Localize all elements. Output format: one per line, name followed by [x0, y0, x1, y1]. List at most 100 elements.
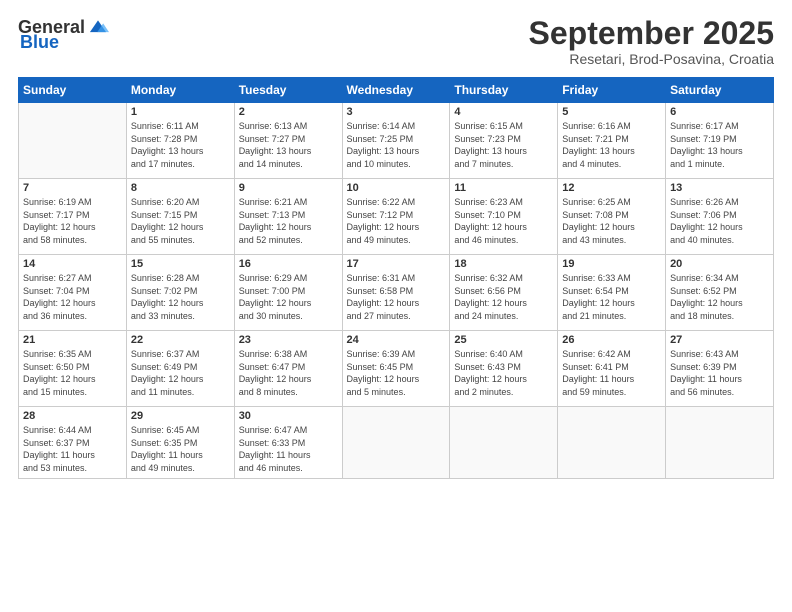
day-info: Sunrise: 6:21 AMSunset: 7:13 PMDaylight:…	[239, 196, 338, 246]
day-info: Sunrise: 6:19 AMSunset: 7:17 PMDaylight:…	[23, 196, 122, 246]
calendar-week-row: 28 Sunrise: 6:44 AMSunset: 6:37 PMDayligh…	[19, 407, 774, 478]
day-number: 2	[239, 106, 338, 118]
title-area: September 2025 Resetari, Brod-Posavina, …	[529, 16, 774, 67]
weekday-header-monday: Monday	[126, 78, 234, 103]
calendar-cell: 24Sunrise: 6:39 AMSunset: 6:45 PMDayligh…	[342, 331, 450, 407]
day-number: 13	[670, 182, 769, 194]
calendar-cell	[558, 407, 666, 478]
day-number: 19	[562, 258, 661, 270]
calendar-cell: 5 Sunrise: 6:16 AMSunset: 7:21 PMDaylight…	[558, 103, 666, 179]
location-subtitle: Resetari, Brod-Posavina, Croatia	[529, 51, 774, 67]
calendar-cell: 10 Sunrise: 6:22 AMSunset: 7:12 PMDayligh…	[342, 179, 450, 255]
calendar-cell: 27 Sunrise: 6:43 AMSunset: 6:39 PMDayligh…	[666, 331, 774, 407]
calendar-cell: 26 Sunrise: 6:42 AMSunset: 6:41 PMDayligh…	[558, 331, 666, 407]
day-info: Sunrise: 6:16 AMSunset: 7:21 PMDaylight:…	[562, 120, 661, 170]
day-number: 15	[131, 258, 230, 270]
day-number: 27	[670, 334, 769, 346]
day-info: Sunrise: 6:17 AMSunset: 7:19 PMDaylight:…	[670, 120, 769, 170]
day-info: Sunrise: 6:22 AMSunset: 7:12 PMDaylight:…	[347, 196, 446, 246]
month-title: September 2025	[529, 16, 774, 51]
day-info: Sunrise: 6:11 AMSunset: 7:28 PMDaylight:…	[131, 120, 230, 170]
day-number: 22	[131, 334, 230, 346]
day-info: Sunrise: 6:28 AMSunset: 7:02 PMDaylight:…	[131, 272, 230, 322]
calendar-cell: 15 Sunrise: 6:28 AMSunset: 7:02 PMDayligh…	[126, 255, 234, 331]
day-number: 20	[670, 258, 769, 270]
day-info: Sunrise: 6:37 AMSunset: 6:49 PMDaylight:…	[131, 348, 230, 398]
day-number: 21	[23, 334, 122, 346]
weekday-header-tuesday: Tuesday	[234, 78, 342, 103]
calendar-cell: 18 Sunrise: 6:32 AMSunset: 6:56 PMDayligh…	[450, 255, 558, 331]
calendar-table: SundayMondayTuesdayWednesdayThursdayFrid…	[18, 77, 774, 478]
calendar-cell: 16 Sunrise: 6:29 AMSunset: 7:00 PMDayligh…	[234, 255, 342, 331]
calendar-week-row: 1 Sunrise: 6:11 AMSunset: 7:28 PMDaylight…	[19, 103, 774, 179]
calendar-cell: 23 Sunrise: 6:38 AMSunset: 6:47 PMDayligh…	[234, 331, 342, 407]
weekday-header-saturday: Saturday	[666, 78, 774, 103]
day-number: 1	[131, 106, 230, 118]
calendar-cell	[666, 407, 774, 478]
weekday-header-sunday: Sunday	[19, 78, 127, 103]
calendar-week-row: 14 Sunrise: 6:27 AMSunset: 7:04 PMDayligh…	[19, 255, 774, 331]
day-info: Sunrise: 6:38 AMSunset: 6:47 PMDaylight:…	[239, 348, 338, 398]
day-number: 9	[239, 182, 338, 194]
day-info: Sunrise: 6:35 AMSunset: 6:50 PMDaylight:…	[23, 348, 122, 398]
calendar-cell: 1 Sunrise: 6:11 AMSunset: 7:28 PMDaylight…	[126, 103, 234, 179]
day-info: Sunrise: 6:15 AMSunset: 7:23 PMDaylight:…	[454, 120, 553, 170]
calendar-cell	[450, 407, 558, 478]
day-info: Sunrise: 6:42 AMSunset: 6:41 PMDaylight:…	[562, 348, 661, 398]
day-info: Sunrise: 6:27 AMSunset: 7:04 PMDaylight:…	[23, 272, 122, 322]
day-number: 3	[347, 106, 446, 118]
day-info: Sunrise: 6:45 AMSunset: 6:35 PMDaylight:…	[131, 424, 230, 474]
day-number: 26	[562, 334, 661, 346]
day-info: Sunrise: 6:23 AMSunset: 7:10 PMDaylight:…	[454, 196, 553, 246]
day-info: Sunrise: 6:20 AMSunset: 7:15 PMDaylight:…	[131, 196, 230, 246]
logo-icon	[87, 16, 109, 38]
day-info: Sunrise: 6:34 AMSunset: 6:52 PMDaylight:…	[670, 272, 769, 322]
day-number: 5	[562, 106, 661, 118]
calendar-week-row: 21 Sunrise: 6:35 AMSunset: 6:50 PMDayligh…	[19, 331, 774, 407]
day-number: 14	[23, 258, 122, 270]
day-info: Sunrise: 6:32 AMSunset: 6:56 PMDaylight:…	[454, 272, 553, 322]
day-number: 29	[131, 410, 230, 422]
day-number: 7	[23, 182, 122, 194]
day-number: 25	[454, 334, 553, 346]
day-info: Sunrise: 6:40 AMSunset: 6:43 PMDaylight:…	[454, 348, 553, 398]
calendar-cell: 4 Sunrise: 6:15 AMSunset: 7:23 PMDaylight…	[450, 103, 558, 179]
day-number: 8	[131, 182, 230, 194]
day-number: 23	[239, 334, 338, 346]
day-number: 6	[670, 106, 769, 118]
day-info: Sunrise: 6:47 AMSunset: 6:33 PMDaylight:…	[239, 424, 338, 474]
day-number: 4	[454, 106, 553, 118]
calendar-cell: 6 Sunrise: 6:17 AMSunset: 7:19 PMDaylight…	[666, 103, 774, 179]
weekday-header-wednesday: Wednesday	[342, 78, 450, 103]
calendar-cell: 19 Sunrise: 6:33 AMSunset: 6:54 PMDayligh…	[558, 255, 666, 331]
calendar-cell: 20 Sunrise: 6:34 AMSunset: 6:52 PMDayligh…	[666, 255, 774, 331]
day-info: Sunrise: 6:44 AMSunset: 6:37 PMDaylight:…	[23, 424, 122, 474]
calendar-cell: 30 Sunrise: 6:47 AMSunset: 6:33 PMDayligh…	[234, 407, 342, 478]
calendar-cell: 13 Sunrise: 6:26 AMSunset: 7:06 PMDayligh…	[666, 179, 774, 255]
calendar-cell: 25 Sunrise: 6:40 AMSunset: 6:43 PMDayligh…	[450, 331, 558, 407]
calendar-cell	[342, 407, 450, 478]
day-number: 30	[239, 410, 338, 422]
day-number: 16	[239, 258, 338, 270]
day-info: Sunrise: 6:25 AMSunset: 7:08 PMDaylight:…	[562, 196, 661, 246]
weekday-header-row: SundayMondayTuesdayWednesdayThursdayFrid…	[19, 78, 774, 103]
weekday-header-thursday: Thursday	[450, 78, 558, 103]
day-info: Sunrise: 6:43 AMSunset: 6:39 PMDaylight:…	[670, 348, 769, 398]
calendar-cell: 3 Sunrise: 6:14 AMSunset: 7:25 PMDaylight…	[342, 103, 450, 179]
calendar-cell: 22 Sunrise: 6:37 AMSunset: 6:49 PMDayligh…	[126, 331, 234, 407]
calendar-cell: 12Sunrise: 6:25 AMSunset: 7:08 PMDayligh…	[558, 179, 666, 255]
day-info: Sunrise: 6:14 AMSunset: 7:25 PMDaylight:…	[347, 120, 446, 170]
day-info: Sunrise: 6:29 AMSunset: 7:00 PMDaylight:…	[239, 272, 338, 322]
day-info: Sunrise: 6:26 AMSunset: 7:06 PMDaylight:…	[670, 196, 769, 246]
day-number: 18	[454, 258, 553, 270]
calendar-cell: 2Sunrise: 6:13 AMSunset: 7:27 PMDaylight…	[234, 103, 342, 179]
day-number: 24	[347, 334, 446, 346]
logo: General Blue	[18, 16, 109, 53]
day-number: 28	[23, 410, 122, 422]
day-info: Sunrise: 6:33 AMSunset: 6:54 PMDaylight:…	[562, 272, 661, 322]
calendar-cell: 17Sunrise: 6:31 AMSunset: 6:58 PMDayligh…	[342, 255, 450, 331]
calendar-cell: 28 Sunrise: 6:44 AMSunset: 6:37 PMDayligh…	[19, 407, 127, 478]
calendar-cell: 21 Sunrise: 6:35 AMSunset: 6:50 PMDayligh…	[19, 331, 127, 407]
calendar-week-row: 7 Sunrise: 6:19 AMSunset: 7:17 PMDaylight…	[19, 179, 774, 255]
day-number: 10	[347, 182, 446, 194]
